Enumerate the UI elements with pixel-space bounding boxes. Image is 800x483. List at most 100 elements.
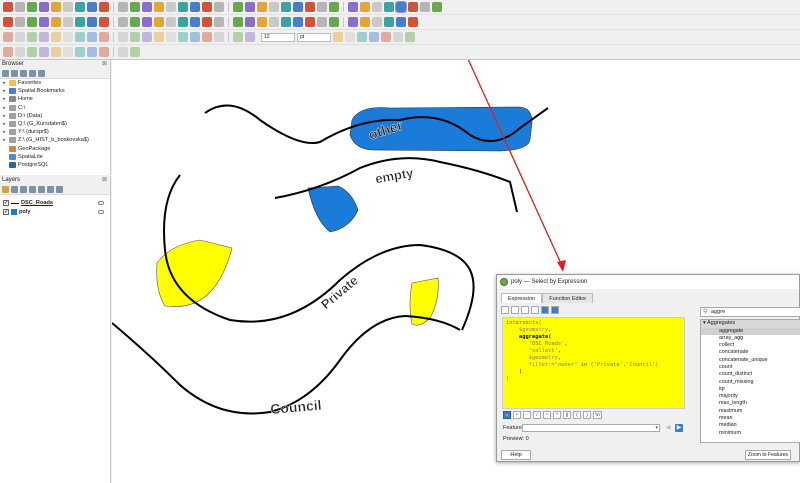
feature-combobox[interactable]: ▾ (522, 424, 660, 432)
new-map-view-icon[interactable] (202, 2, 212, 12)
browser-item[interactable]: PostgreSQL (0, 161, 110, 169)
polygon-blue-small[interactable] (307, 185, 359, 233)
prev-feature-icon[interactable]: ◀ (664, 424, 672, 432)
label-e-icon[interactable] (99, 47, 109, 57)
function-item[interactable]: mean (701, 415, 800, 422)
filter-icon[interactable] (29, 186, 36, 193)
color-icon[interactable] (245, 32, 255, 42)
add-feature-icon[interactable] (178, 17, 188, 27)
operator-button[interactable]: || (563, 411, 571, 419)
new-file-icon[interactable] (501, 306, 509, 314)
font-size-spinbox[interactable]: 12 (261, 32, 295, 42)
operator-button[interactable]: * (543, 411, 551, 419)
help-button[interactable]: Help (501, 450, 531, 460)
function-search-input[interactable]: ⚲ aggre (700, 307, 800, 317)
browser-item[interactable]: SpatiaLite (0, 153, 110, 161)
select-a-icon[interactable] (15, 47, 25, 57)
function-item[interactable]: minimum (701, 430, 800, 437)
expand-arrow-icon[interactable]: ▸ (2, 87, 7, 95)
new-3d-view-icon[interactable] (214, 2, 224, 12)
browser-item[interactable]: ▸ Q:\ (G_Kursdaten$) (0, 120, 110, 128)
label-g-icon[interactable] (130, 47, 140, 57)
save-icon[interactable] (511, 306, 519, 314)
function-item[interactable]: aggregate (701, 327, 800, 335)
offset-icon[interactable] (63, 32, 73, 42)
function-item[interactable]: count_distinct (701, 371, 800, 378)
browser-item[interactable]: ▸ Home (0, 95, 110, 103)
new-layer-icon[interactable] (99, 17, 109, 27)
edit-icon[interactable] (521, 306, 529, 314)
label-c-icon[interactable] (75, 47, 85, 57)
trace-icon[interactable] (15, 32, 25, 42)
filter-icon[interactable] (20, 70, 27, 77)
offset-curve-icon[interactable] (190, 32, 200, 42)
function-item[interactable]: array_agg (701, 335, 800, 342)
layer-dsc-roads[interactable]: ✓ DSC_Roads (0, 199, 110, 208)
refresh-icon[interactable] (2, 70, 9, 77)
plugin-a-icon[interactable] (372, 17, 382, 27)
new-shp-icon[interactable] (118, 17, 128, 27)
open-table-icon[interactable] (348, 2, 358, 12)
expand-arrow-icon[interactable]: ▸ (2, 120, 7, 128)
label-f-icon[interactable] (118, 47, 128, 57)
browser-item[interactable]: GeoPackage (0, 145, 110, 153)
pin-icon[interactable] (305, 17, 315, 27)
time-controller-icon[interactable] (269, 2, 279, 12)
layer-checkbox[interactable]: ✓ (3, 208, 9, 215)
remove-layer-icon[interactable] (56, 186, 63, 193)
tool3-icon[interactable] (381, 32, 391, 42)
zoom-to-features-button[interactable]: Zoom to Features (745, 450, 791, 460)
operator-button[interactable]: = (503, 411, 511, 419)
browser-item[interactable]: ▸ D:\ (Data) (0, 112, 110, 120)
tab-function-editor[interactable]: Function Editor (542, 293, 594, 303)
del-ring-icon[interactable] (99, 32, 109, 42)
fill-ring-icon[interactable] (87, 32, 97, 42)
panel-close-icon[interactable]: ⊠ (102, 60, 107, 69)
function-item[interactable]: collect (701, 342, 800, 349)
stats-icon[interactable] (317, 2, 327, 12)
select-by-expression-icon[interactable] (395, 1, 407, 13)
save-icon[interactable] (15, 2, 25, 12)
identify-icon[interactable] (281, 2, 291, 12)
eye-icon[interactable] (20, 186, 27, 193)
tool4-icon[interactable] (393, 32, 403, 42)
label-a-icon[interactable] (51, 47, 61, 57)
expand-arrow-icon[interactable]: ▸ (2, 79, 7, 87)
browser-item[interactable]: ▸ Favorites (0, 79, 110, 87)
rotate-icon[interactable] (317, 17, 327, 27)
visibility-icon[interactable] (98, 201, 104, 206)
cut-icon[interactable] (233, 17, 243, 27)
operator-button[interactable]: ^ (553, 411, 561, 419)
x-icon[interactable] (405, 32, 415, 42)
field-calc-icon[interactable] (305, 2, 315, 12)
ring-icon[interactable] (142, 32, 152, 42)
rotate-feature-icon[interactable] (166, 32, 176, 42)
refresh-icon[interactable] (257, 2, 267, 12)
zoom-full-icon[interactable] (130, 2, 140, 12)
undo-icon[interactable] (269, 17, 279, 27)
reshape-icon[interactable] (75, 32, 85, 42)
browser-item[interactable]: ▸ Y:\ (durspr$) (0, 128, 110, 136)
export-icon[interactable] (551, 306, 559, 314)
add-layer-icon[interactable] (11, 70, 18, 77)
label-icon[interactable] (293, 17, 303, 27)
move-icon[interactable] (202, 32, 212, 42)
snap-icon[interactable] (3, 32, 13, 42)
units-icon[interactable] (369, 32, 379, 42)
polygon-yellow-left[interactable] (156, 239, 233, 307)
operator-button[interactable]: '\n' (593, 411, 603, 419)
del-part-icon[interactable] (118, 32, 128, 42)
move-icon[interactable] (190, 17, 200, 27)
function-item[interactable]: concatenate (701, 349, 800, 356)
function-item[interactable]: count (701, 364, 800, 371)
function-item[interactable]: concatenate_unique (701, 357, 800, 364)
browser-item[interactable]: ▸ Spatial Bookmarks (0, 87, 110, 95)
function-item[interactable]: maximum (701, 408, 800, 415)
expand-arrow-icon[interactable]: ▸ (2, 136, 7, 144)
delete-icon[interactable] (531, 306, 539, 314)
edit-icon[interactable] (154, 17, 164, 27)
add-postgis-icon[interactable] (75, 17, 85, 27)
layer-b-icon[interactable] (233, 32, 243, 42)
plugin-d-icon[interactable] (408, 17, 418, 27)
function-item[interactable]: majority (701, 393, 800, 400)
